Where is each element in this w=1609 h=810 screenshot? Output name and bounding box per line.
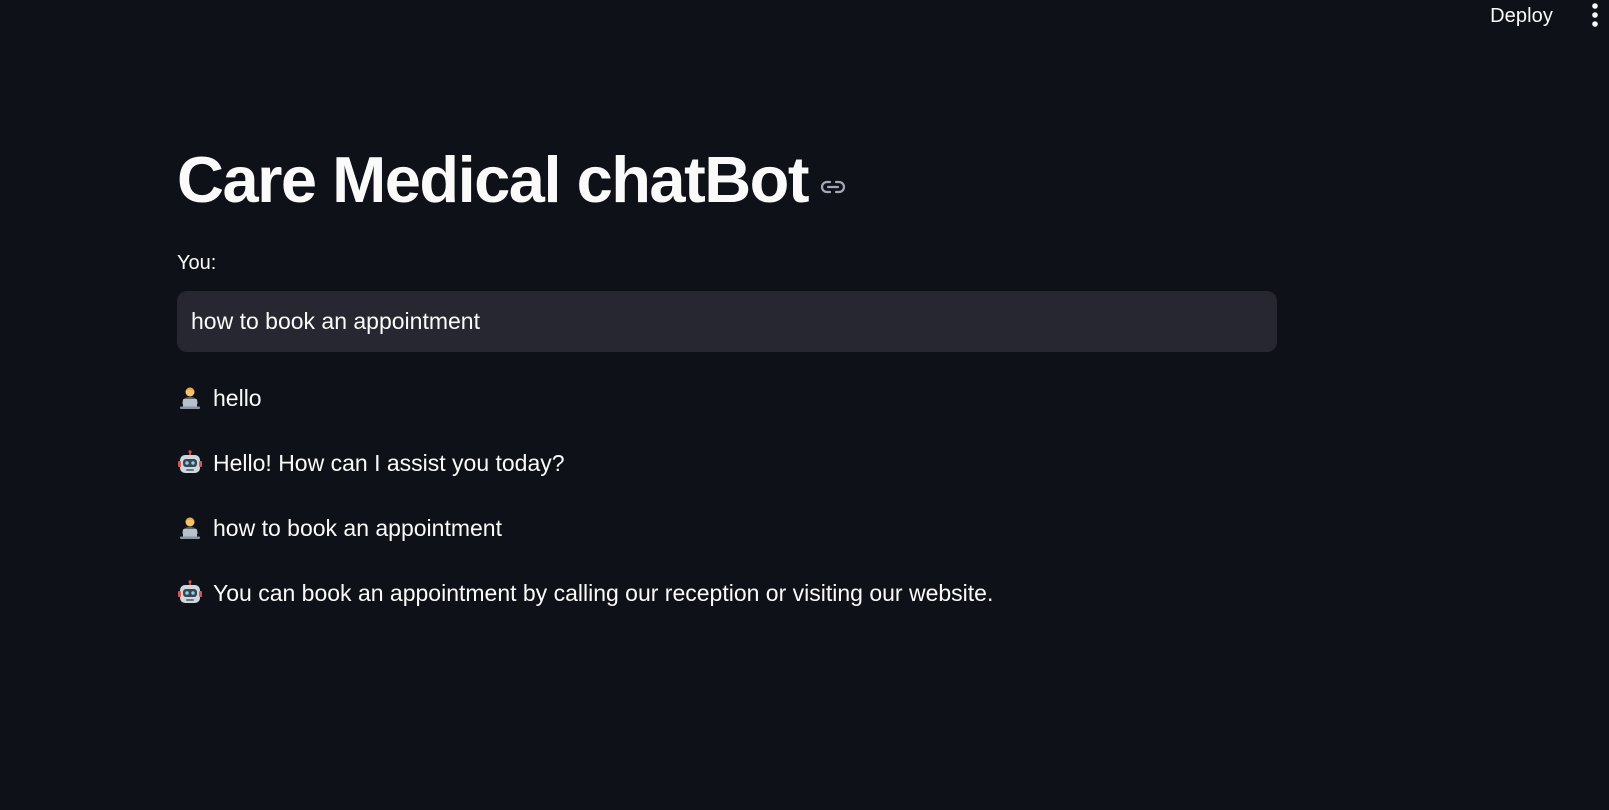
chat-message: hello xyxy=(177,378,1277,418)
message-text: You can book an appointment by calling o… xyxy=(213,579,994,606)
app-root: Deploy Care Medical chatBot You: how to … xyxy=(0,0,1609,810)
top-toolbar: Deploy xyxy=(0,0,1609,36)
message-text: how to book an appointment xyxy=(213,514,502,541)
link-icon[interactable] xyxy=(820,179,846,195)
more-vertical-icon xyxy=(1591,2,1599,33)
chat-history: hello Hello! How can I assist you today?… xyxy=(177,378,1277,638)
page-title: Care Medical chatBot xyxy=(177,143,810,216)
person-at-laptop-icon xyxy=(177,515,203,541)
message-text: Hello! How can I assist you today? xyxy=(213,449,565,476)
message-text: hello xyxy=(213,384,262,411)
input-label: You: xyxy=(177,252,217,274)
robot-face-icon xyxy=(177,580,203,606)
title-row: Care Medical chatBot xyxy=(177,140,846,220)
robot-face-icon xyxy=(177,450,203,476)
main-menu-button[interactable] xyxy=(1583,2,1607,32)
chat-message: Hello! How can I assist you today? xyxy=(177,443,1277,483)
message-input[interactable] xyxy=(177,291,1277,352)
chat-message: how to book an appointment xyxy=(177,508,1277,548)
person-at-laptop-icon xyxy=(177,385,203,411)
chat-message: You can book an appointment by calling o… xyxy=(177,573,1277,613)
deploy-button[interactable]: Deploy xyxy=(1484,3,1559,30)
